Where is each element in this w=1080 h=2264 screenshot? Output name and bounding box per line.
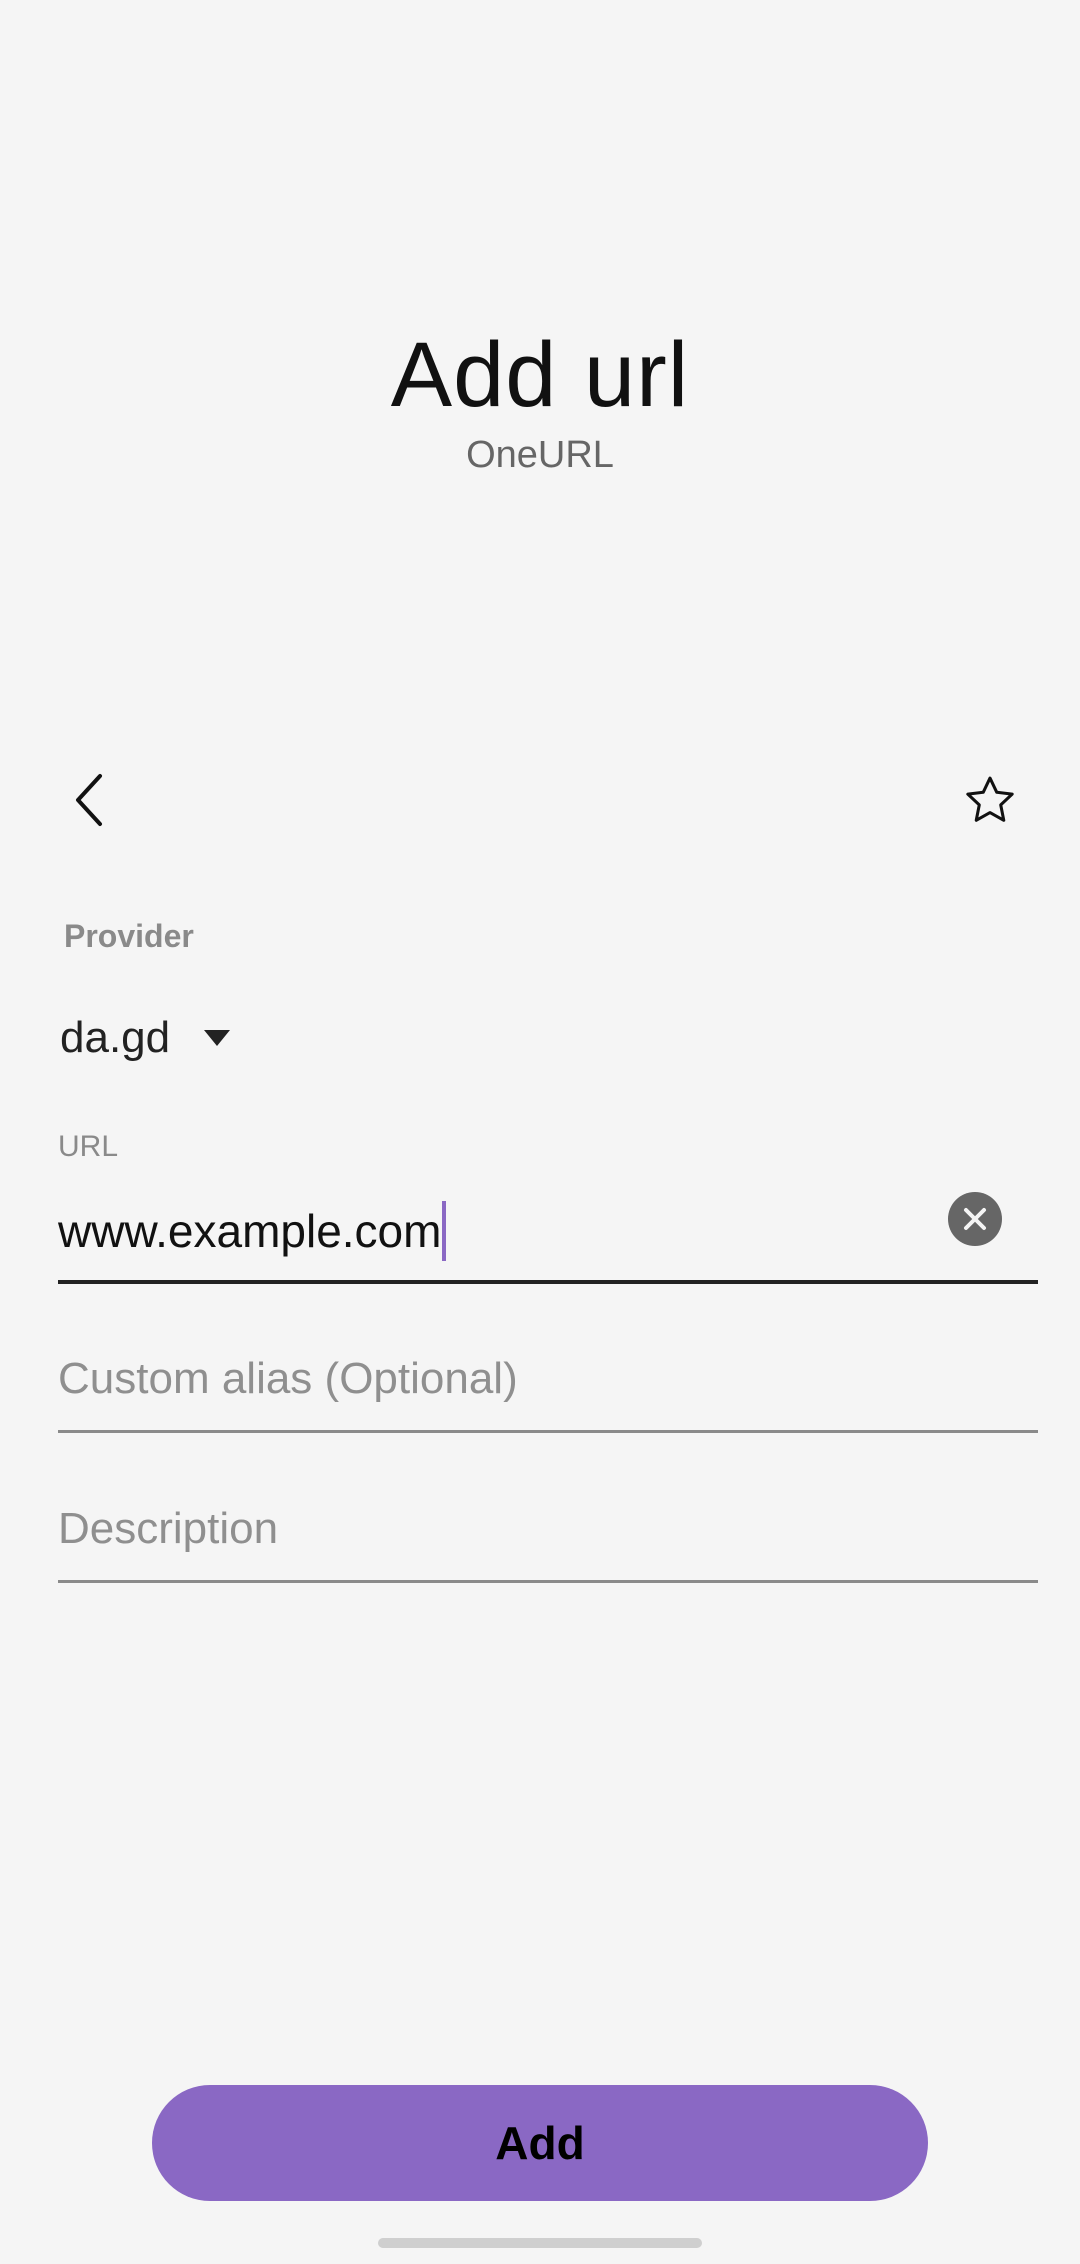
provider-value: da.gd — [60, 1013, 171, 1062]
url-value: www.example.com — [58, 1205, 442, 1257]
custom-alias-field[interactable]: Custom alias (Optional) — [58, 1340, 1038, 1433]
description-field[interactable]: Description — [58, 1490, 1038, 1583]
clear-url-button[interactable] — [948, 1192, 1002, 1246]
toolbar — [0, 760, 1080, 840]
add-button[interactable]: Add — [152, 2085, 928, 2201]
page-header: Add url OneURL — [0, 320, 1080, 477]
close-icon — [964, 1208, 986, 1230]
back-button[interactable] — [50, 760, 130, 840]
favorite-button[interactable] — [950, 760, 1030, 840]
url-field[interactable]: URL www.example.com — [58, 1126, 1038, 1284]
home-indicator[interactable] — [378, 2238, 702, 2248]
provider-label: Provider — [64, 918, 194, 954]
provider-dropdown[interactable]: da.gd — [60, 1008, 231, 1068]
description-placeholder: Description — [58, 1504, 279, 1553]
chevron-left-icon — [76, 774, 102, 826]
url-label: URL — [58, 1130, 119, 1163]
add-button-label: Add — [495, 2117, 585, 2169]
text-cursor — [442, 1201, 447, 1261]
url-input[interactable]: www.example.com — [58, 1176, 918, 1286]
star-icon — [966, 776, 1014, 822]
app-name: OneURL — [466, 434, 614, 476]
custom-alias-placeholder: Custom alias (Optional) — [58, 1354, 518, 1403]
dropdown-arrow-icon — [204, 1030, 231, 1046]
page-title: Add url — [390, 324, 690, 426]
